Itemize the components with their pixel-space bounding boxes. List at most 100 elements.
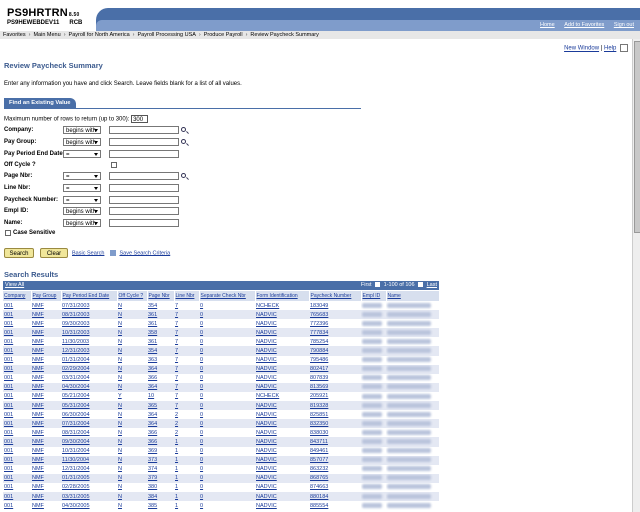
- table-cell[interactable]: NMF: [31, 410, 61, 420]
- table-cell[interactable]: 785254: [309, 337, 361, 347]
- table-cell[interactable]: 374: [147, 464, 174, 474]
- table-cell[interactable]: 802417: [309, 364, 361, 374]
- table-cell[interactable]: N: [117, 501, 147, 511]
- operator-select[interactable]: =: [63, 150, 101, 158]
- name-cell-redacted[interactable]: [386, 364, 439, 374]
- column-header[interactable]: Company: [3, 291, 32, 301]
- empl-id-cell-redacted[interactable]: [361, 473, 386, 483]
- table-cell[interactable]: 366: [147, 373, 174, 383]
- table-cell[interactable]: 354: [147, 346, 174, 356]
- empl-id-cell-redacted[interactable]: [361, 328, 386, 338]
- table-cell[interactable]: 02/28/2005: [61, 482, 117, 492]
- table-cell[interactable]: N: [117, 491, 147, 502]
- table-cell[interactable]: 001: [3, 355, 31, 365]
- table-cell[interactable]: N: [117, 428, 147, 438]
- table-cell[interactable]: 001: [3, 446, 31, 456]
- operator-select[interactable]: =: [63, 184, 101, 192]
- table-cell[interactable]: NADVIC: [255, 337, 309, 347]
- table-cell[interactable]: 001: [3, 401, 31, 411]
- operator-select[interactable]: begins with: [63, 138, 101, 146]
- table-row[interactable]: 001 NMF 08/31/2004 N 366 2 0 NADVIC 838030: [3, 428, 439, 438]
- table-cell[interactable]: 0: [199, 455, 255, 465]
- empl-id-cell-redacted[interactable]: [361, 346, 386, 356]
- empl-id-cell-redacted[interactable]: [361, 382, 386, 392]
- table-cell[interactable]: 001: [3, 346, 31, 356]
- table-row[interactable]: 001 NMF 12/31/2003 N 354 7 0 NADVIC 790884: [3, 346, 439, 356]
- table-cell[interactable]: 0: [199, 419, 255, 429]
- column-header[interactable]: Off Cycle ?: [117, 291, 148, 301]
- name-cell-redacted[interactable]: [386, 301, 439, 311]
- table-cell[interactable]: 373: [147, 455, 174, 465]
- table-cell[interactable]: 7: [174, 328, 199, 338]
- table-cell[interactable]: NMF: [31, 337, 61, 347]
- table-cell[interactable]: NADVIC: [255, 364, 309, 374]
- table-cell[interactable]: 0: [199, 355, 255, 365]
- empl-id-cell-redacted[interactable]: [361, 373, 386, 383]
- table-cell[interactable]: N: [117, 355, 147, 365]
- table-cell[interactable]: Y: [117, 391, 147, 402]
- operator-select[interactable]: =: [63, 172, 101, 180]
- table-cell[interactable]: 2: [174, 428, 199, 438]
- home-link[interactable]: Home: [540, 22, 555, 28]
- field-input[interactable]: [109, 138, 179, 146]
- table-cell[interactable]: 08/31/2004: [61, 428, 117, 438]
- table-cell[interactable]: 385: [147, 501, 174, 511]
- table-cell[interactable]: NADVIC: [255, 473, 309, 483]
- table-cell[interactable]: 05/21/2004: [61, 391, 117, 402]
- table-cell[interactable]: 380: [147, 482, 174, 492]
- table-cell[interactable]: NADVIC: [255, 328, 309, 338]
- previous-arrow-icon[interactable]: [375, 282, 381, 288]
- table-cell[interactable]: 001: [3, 428, 31, 438]
- table-cell[interactable]: 06/30/2004: [61, 410, 117, 420]
- table-cell[interactable]: 001: [3, 491, 31, 502]
- table-cell[interactable]: 0: [199, 491, 255, 502]
- table-cell[interactable]: 12/31/2003: [61, 346, 117, 356]
- table-cell[interactable]: 1: [174, 437, 199, 447]
- table-cell[interactable]: NMF: [31, 382, 61, 392]
- name-cell-redacted[interactable]: [386, 310, 439, 320]
- table-cell[interactable]: 001: [3, 391, 31, 402]
- table-cell[interactable]: 7: [174, 346, 199, 356]
- table-cell[interactable]: NADVIC: [255, 464, 309, 474]
- table-cell[interactable]: 1: [174, 473, 199, 483]
- name-cell-redacted[interactable]: [386, 401, 439, 411]
- field-input[interactable]: [109, 196, 179, 204]
- vertical-scrollbar[interactable]: [632, 39, 640, 512]
- table-cell[interactable]: 001: [3, 419, 31, 429]
- operator-select[interactable]: begins with: [63, 126, 101, 134]
- customize-page-icon[interactable]: [620, 44, 628, 52]
- table-cell[interactable]: 205921: [309, 391, 361, 402]
- table-cell[interactable]: 366: [147, 428, 174, 438]
- table-cell[interactable]: 001: [3, 337, 31, 347]
- table-cell[interactable]: N: [117, 410, 147, 420]
- table-cell[interactable]: 843711: [309, 437, 361, 447]
- table-cell[interactable]: 0: [199, 319, 255, 329]
- table-cell[interactable]: NMF: [31, 301, 61, 311]
- table-cell[interactable]: 364: [147, 419, 174, 429]
- operator-select[interactable]: =: [63, 196, 101, 204]
- name-cell-redacted[interactable]: [386, 391, 439, 402]
- operator-select[interactable]: begins with: [63, 219, 101, 227]
- table-cell[interactable]: 361: [147, 310, 174, 320]
- table-cell[interactable]: NADVIC: [255, 491, 309, 502]
- table-cell[interactable]: NMF: [31, 391, 61, 402]
- table-cell[interactable]: 2: [174, 419, 199, 429]
- table-cell[interactable]: N: [117, 382, 147, 392]
- name-cell-redacted[interactable]: [386, 319, 439, 329]
- table-cell[interactable]: 10: [147, 391, 174, 402]
- off-cycle-checkbox[interactable]: [111, 162, 117, 168]
- table-cell[interactable]: 1: [174, 446, 199, 456]
- save-search-criteria-link[interactable]: Save Search Criteria: [119, 250, 170, 256]
- name-cell-redacted[interactable]: [386, 428, 439, 438]
- table-cell[interactable]: 7: [174, 391, 199, 402]
- table-cell[interactable]: 001: [3, 410, 31, 420]
- table-cell[interactable]: NMF: [31, 428, 61, 438]
- table-row[interactable]: 001 NMF 06/30/2004 N 364 2 0 NADVIC 825851: [3, 410, 439, 420]
- table-cell[interactable]: 825851: [309, 410, 361, 420]
- name-cell-redacted[interactable]: [386, 328, 439, 338]
- table-cell[interactable]: NADVIC: [255, 428, 309, 438]
- table-cell[interactable]: NCHECK: [255, 301, 309, 311]
- table-cell[interactable]: 7: [174, 310, 199, 320]
- table-cell[interactable]: 0: [199, 437, 255, 447]
- table-cell[interactable]: 001: [3, 473, 31, 483]
